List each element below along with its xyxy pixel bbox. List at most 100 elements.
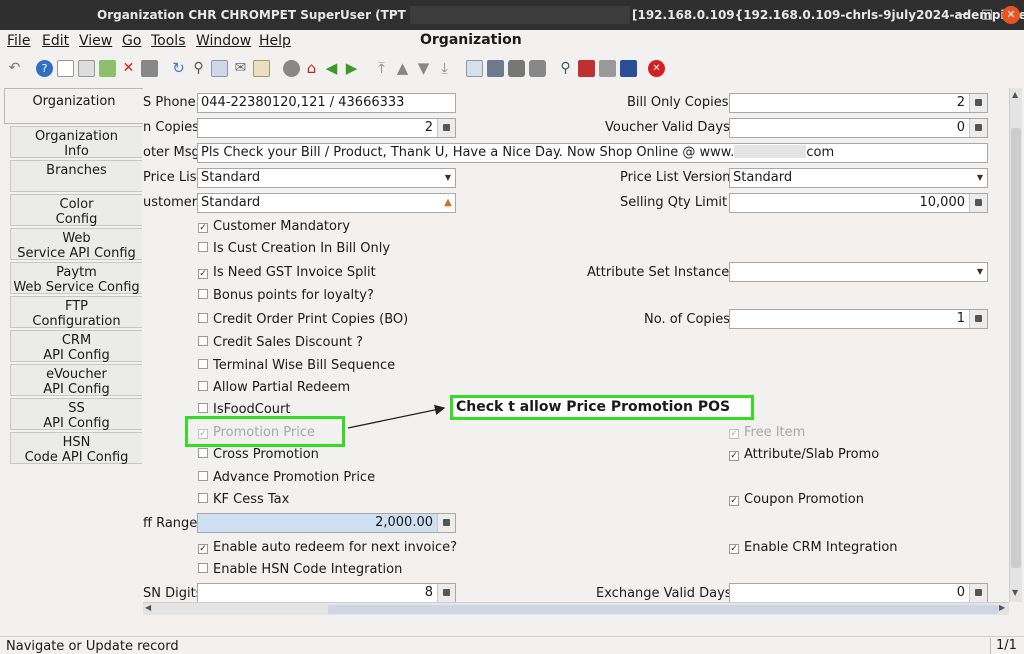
checkbox-icon[interactable]: ✓: [729, 496, 739, 506]
coupon-promotion-checkbox[interactable]: ✓ Coupon Promotion: [729, 492, 864, 507]
tab-ss-api-config[interactable]: SS API Config: [10, 398, 142, 431]
chevron-down-icon[interactable]: ▼: [973, 169, 987, 187]
tab-crm-api-config[interactable]: CRM API Config: [10, 330, 142, 363]
attribute-slab-promo-checkbox[interactable]: ✓ Attribute/Slab Promo: [729, 447, 879, 462]
price-list-version-select[interactable]: Standard ▼: [729, 168, 988, 188]
footer-msg-input[interactable]: Pls Check your Bill / Product, Thank U, …: [197, 143, 988, 163]
scroll-left-icon[interactable]: ◀: [145, 603, 151, 612]
maximize-icon[interactable]: □: [978, 6, 996, 24]
horizontal-scrollbar[interactable]: ◀ ▶: [143, 602, 1009, 615]
spinner-icon[interactable]: [969, 194, 987, 212]
tab-evoucher-api-config[interactable]: eVoucher API Config: [10, 364, 142, 397]
delete-icon[interactable]: ✕: [120, 60, 137, 77]
scrollbar-thumb[interactable]: [1011, 128, 1021, 568]
vertical-scrollbar[interactable]: ▲ ▼: [1009, 88, 1022, 602]
copies-input[interactable]: 2: [197, 118, 456, 138]
bonus-points-checkbox[interactable]: Bonus points for loyalty?: [198, 288, 374, 303]
tab-paytm-web-service-config[interactable]: Paytm Web Service Config: [10, 262, 142, 295]
checkbox-icon[interactable]: [198, 336, 208, 346]
request-icon[interactable]: [599, 60, 616, 77]
no-of-copies-input[interactable]: 1: [729, 309, 988, 329]
zoom-across-icon[interactable]: ⚲: [557, 60, 574, 77]
print-preview-icon[interactable]: [508, 60, 525, 77]
enable-crm-integration-checkbox[interactable]: ✓ Enable CRM Integration: [729, 540, 898, 555]
home-icon[interactable]: ⌂: [303, 60, 320, 77]
last-record-icon[interactable]: ⤓: [436, 60, 453, 77]
checkbox-icon[interactable]: [198, 471, 208, 481]
workflow-icon[interactable]: [578, 60, 595, 77]
print-icon[interactable]: [529, 60, 546, 77]
report-icon[interactable]: [466, 60, 483, 77]
spinner-icon[interactable]: [969, 119, 987, 137]
spinner-icon[interactable]: [969, 584, 987, 602]
spinner-icon[interactable]: [437, 514, 455, 532]
checkbox-icon[interactable]: [198, 359, 208, 369]
enable-hsn-integration-checkbox[interactable]: Enable HSN Code Integration: [198, 562, 402, 577]
cust-creation-in-bill-only-checkbox[interactable]: Is Cust Creation In Bill Only: [198, 241, 390, 256]
checkbox-icon[interactable]: [198, 403, 208, 413]
save-icon[interactable]: [99, 60, 116, 77]
menu-file[interactable]: File: [7, 33, 30, 49]
product-info-icon[interactable]: [620, 60, 637, 77]
history-icon[interactable]: [253, 60, 270, 77]
spinner-icon[interactable]: [969, 310, 987, 328]
tab-organization-info[interactable]: Organization Info: [10, 126, 142, 159]
back-arrow-icon[interactable]: ◀: [323, 60, 340, 77]
need-gst-invoice-split-checkbox[interactable]: ✓ Is Need GST Invoice Split: [198, 265, 376, 280]
chevron-down-icon[interactable]: ▼: [973, 263, 987, 281]
menu-tools[interactable]: Tools: [151, 33, 186, 49]
archive-icon[interactable]: [487, 60, 504, 77]
scroll-right-icon[interactable]: ▶: [999, 603, 1005, 612]
cross-promotion-checkbox[interactable]: Cross Promotion: [198, 447, 319, 462]
spinner-icon[interactable]: [969, 94, 987, 112]
chat-icon[interactable]: ✉: [232, 60, 249, 77]
menu-help[interactable]: Help: [259, 33, 291, 49]
menu-view[interactable]: View: [79, 33, 112, 49]
exit-icon[interactable]: ✕: [648, 60, 665, 77]
help-icon[interactable]: ?: [36, 60, 53, 77]
checkbox-icon[interactable]: ✓: [729, 544, 739, 554]
tab-ftp-configuration[interactable]: FTP Configuration: [10, 296, 142, 329]
exchange-valid-days-input[interactable]: 0: [729, 583, 988, 602]
checkbox-icon[interactable]: [198, 563, 208, 573]
range-input[interactable]: 2,000.00: [197, 513, 456, 533]
scroll-down-icon[interactable]: ▼: [1012, 588, 1018, 597]
checkbox-icon[interactable]: ✓: [729, 451, 739, 461]
minimize-icon[interactable]: —: [954, 6, 972, 24]
first-record-icon[interactable]: ⤒: [373, 60, 390, 77]
scroll-up-icon[interactable]: ▲: [1012, 90, 1018, 99]
tab-color-config[interactable]: Color Config: [10, 194, 142, 227]
spinner-icon[interactable]: [437, 119, 455, 137]
delete-selection-icon[interactable]: [141, 60, 158, 77]
menu-edit[interactable]: Edit: [42, 33, 69, 49]
attribute-set-instance-select[interactable]: ▼: [729, 262, 988, 282]
credit-order-print-checkbox[interactable]: Credit Order Print Copies (BO): [198, 312, 408, 327]
attachment-icon[interactable]: [211, 60, 228, 77]
next-record-icon[interactable]: ▼: [415, 60, 432, 77]
enable-auto-redeem-checkbox[interactable]: ✓ Enable auto redeem for next invoice?: [198, 540, 457, 555]
previous-record-icon[interactable]: ▲: [394, 60, 411, 77]
refresh-icon[interactable]: ↻: [170, 60, 187, 77]
spinner-icon[interactable]: [437, 584, 455, 602]
forward-arrow-icon[interactable]: ▶: [343, 60, 360, 77]
checkbox-icon[interactable]: [198, 313, 208, 323]
new-record-icon[interactable]: [57, 60, 74, 77]
price-list-select[interactable]: Standard ▼: [197, 168, 456, 188]
tab-branches[interactable]: Branches: [10, 160, 142, 192]
menu-window[interactable]: Window: [196, 33, 251, 49]
copy-record-icon[interactable]: [78, 60, 95, 77]
checkbox-icon[interactable]: ✓: [198, 223, 208, 233]
checkbox-icon[interactable]: ✓: [198, 269, 208, 279]
checkbox-icon[interactable]: [198, 381, 208, 391]
credit-sales-discount-checkbox[interactable]: Credit Sales Discount ?: [198, 335, 363, 350]
checkbox-icon[interactable]: [198, 242, 208, 252]
phone-input[interactable]: 044-22380120,121 / 43666333: [197, 93, 456, 113]
tab-hsn-code-api-config[interactable]: HSN Code API Config: [10, 432, 142, 465]
undo-icon[interactable]: ↶: [6, 60, 23, 77]
menu-icon[interactable]: [283, 60, 300, 77]
checkbox-icon[interactable]: ✓: [729, 429, 739, 439]
terminal-wise-bill-checkbox[interactable]: Terminal Wise Bill Sequence: [198, 358, 395, 373]
find-icon[interactable]: ⚲: [190, 60, 207, 77]
menu-go[interactable]: Go: [122, 33, 141, 49]
advance-promotion-price-checkbox[interactable]: Advance Promotion Price: [198, 470, 375, 485]
